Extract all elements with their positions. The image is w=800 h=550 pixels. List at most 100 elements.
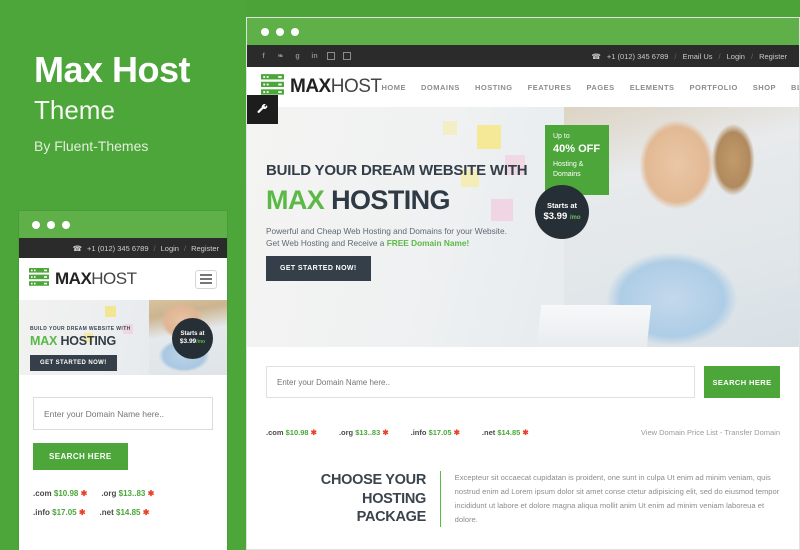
hosting-package-section: CHOOSE YOUR HOSTING PACKAGE Excepteur si… (247, 447, 799, 528)
nav-item-shop[interactable]: SHOP (753, 83, 776, 92)
topbar-links: ☎ +1 (012) 345 6789 / Email Us / Login /… (592, 52, 787, 61)
window-dot-maximize[interactable] (291, 27, 299, 36)
dribbble-icon[interactable] (343, 52, 351, 60)
nav-item-portfolio[interactable]: PORTFOLIO (690, 83, 738, 92)
instagram-icon[interactable] (327, 52, 335, 60)
price-tld: .net (481, 427, 496, 437)
separator: / (183, 243, 187, 253)
offer-badge: Up to 40% OFF Hosting & Domains (545, 125, 609, 195)
facebook-icon[interactable]: f (259, 52, 268, 61)
price-item[interactable]: .com $10.98 ✱ (266, 428, 317, 437)
login-link[interactable]: Login (727, 52, 745, 61)
price-badge-label: Starts at (546, 201, 577, 211)
nav-menu: HOME DOMAINS HOSTING FEATURES PAGES ELEM… (382, 83, 799, 92)
get-started-button[interactable]: GET STARTED NOW! (266, 256, 371, 281)
price-amount: $14.85 (116, 508, 141, 517)
server-rack-icon (29, 267, 49, 291)
mobile-login-link[interactable]: Login (161, 244, 179, 253)
search-input[interactable] (266, 366, 695, 398)
social-links: f ❧ g in (259, 52, 351, 61)
nav-item-blog[interactable]: BLOG (791, 83, 799, 92)
price-star-icon: ✱ (453, 427, 460, 437)
price-tld: .info (33, 508, 50, 517)
logo-light: HOST (330, 76, 382, 97)
hero-title-green: MAX (30, 334, 58, 348)
mobile-get-started-button[interactable]: GET STARTED NOW! (30, 355, 117, 371)
google-plus-icon[interactable]: g (293, 52, 302, 61)
twitter-icon[interactable]: ❧ (276, 52, 285, 61)
promo-panel: Max Host Theme By Fluent-Themes ☎ +1 (01… (0, 0, 246, 550)
offer-line3: Hosting & (553, 161, 584, 169)
nav-item-elements[interactable]: ELEMENTS (630, 83, 675, 92)
mobile-logo[interactable]: MAXHOST (29, 267, 137, 291)
register-link[interactable]: Register (759, 52, 787, 61)
price-item[interactable]: .org $13..83 ✱ (101, 489, 154, 498)
price-star-icon: ✱ (78, 508, 86, 517)
mobile-topbar: ☎ +1 (012) 345 6789 / Login / Register (19, 238, 227, 258)
nav-item-pages[interactable]: PAGES (586, 83, 614, 92)
search-input[interactable] (33, 397, 213, 430)
badge-period: /mo (196, 339, 206, 346)
price-item[interactable]: .com $10.98 ✱ (33, 489, 87, 498)
promo-author: By Fluent-Themes (34, 138, 149, 154)
price-star-icon: ✱ (80, 489, 88, 498)
section-heading: CHOOSE YOUR HOSTING PACKAGE (302, 471, 427, 527)
domain-search-zone: SEARCH HERE (247, 347, 799, 417)
hero-paragraph-line2: Get Web Hosting and Receive a FREE Domai… (266, 238, 469, 248)
price-tld: .com (266, 427, 284, 437)
price-item[interactable]: .net $14.85 ✱ (482, 428, 529, 437)
badge-price: $3.99 (179, 338, 197, 346)
laptop-decor (536, 305, 652, 347)
hamburger-menu-icon[interactable] (195, 269, 217, 289)
price-tld: .info (410, 427, 427, 437)
window-dot-close[interactable] (32, 220, 40, 229)
price-item[interactable]: .info $17.05 ✱ (411, 428, 460, 437)
nav-item-home[interactable]: HOME (382, 83, 407, 92)
price-badge-amount: $3.99 /mo (543, 211, 580, 223)
nav-item-hosting[interactable]: HOSTING (475, 83, 513, 92)
hero-title: MAX HOSTING (266, 185, 451, 216)
price-badge-value: $3.99 (543, 210, 568, 222)
separator: / (718, 51, 721, 61)
price-item[interactable]: .net $14.85 ✱ (100, 508, 150, 517)
hero-banner: BUILD YOUR DREAM WEBSITE WITH MAX HOSTIN… (247, 107, 799, 347)
sticky-note-decor (443, 121, 457, 135)
email-us-link[interactable]: Email Us (683, 52, 713, 61)
hero-paragraph-line1: Powerful and Cheap Web Hosting and Domai… (266, 226, 507, 236)
window-dot-maximize[interactable] (62, 220, 70, 229)
nav-item-domains[interactable]: DOMAINS (421, 83, 460, 92)
site-logo[interactable]: MAXHOST (261, 74, 382, 100)
price-item[interactable]: .info $17.05 ✱ (33, 508, 86, 517)
desktop-preview-window: f ❧ g in ☎ +1 (012) 345 6789 / Email Us … (246, 17, 800, 550)
domain-price-list-link[interactable]: View Domain Price List - Transfer Domain (641, 428, 780, 437)
nav-item-features[interactable]: FEATURES (528, 83, 572, 92)
wrench-icon[interactable] (247, 95, 278, 124)
hero-title-dark: HOSTING (324, 185, 450, 215)
logo-bold: MAX (55, 269, 92, 288)
phone-number: +1 (012) 345 6789 (606, 51, 669, 61)
window-dot-minimize[interactable] (47, 220, 55, 229)
browser-window-chrome (247, 18, 799, 45)
mobile-preview-card: ☎ +1 (012) 345 6789 / Login / Register M… (19, 211, 227, 550)
window-dot-close[interactable] (261, 27, 269, 36)
offer-line4: Domains (553, 170, 581, 178)
price-star-icon: ✱ (142, 508, 150, 517)
separator: / (674, 51, 677, 61)
mobile-register-link[interactable]: Register (191, 244, 219, 253)
mobile-logo-text: MAXHOST (55, 269, 137, 289)
logo-bold: MAX (290, 76, 331, 97)
search-button[interactable]: SEARCH HERE (704, 366, 780, 398)
mobile-hero-kicker: BUILD YOUR DREAM WEBSITE WITH (30, 326, 131, 332)
mobile-hero: BUILD YOUR DREAM WEBSITE WITH MAX HOSTIN… (19, 300, 227, 375)
window-dot-minimize[interactable] (276, 27, 284, 36)
badge-amount: $3.99/mo (180, 338, 205, 346)
price-amount: $14.85 (497, 427, 521, 437)
mobile-domain-price-list: .com $10.98 ✱ .org $13..83 ✱ .info $17.0… (33, 489, 213, 517)
price-star-icon: ✱ (522, 427, 529, 437)
search-button[interactable]: SEARCH HERE (33, 443, 128, 470)
linkedin-icon[interactable]: in (310, 52, 319, 61)
mobile-hero-title: MAX HOSTING (30, 334, 116, 348)
mobile-window-chrome (19, 211, 227, 238)
hero-title-green: MAX (266, 185, 325, 215)
price-item[interactable]: .org $13..83 ✱ (339, 428, 389, 437)
